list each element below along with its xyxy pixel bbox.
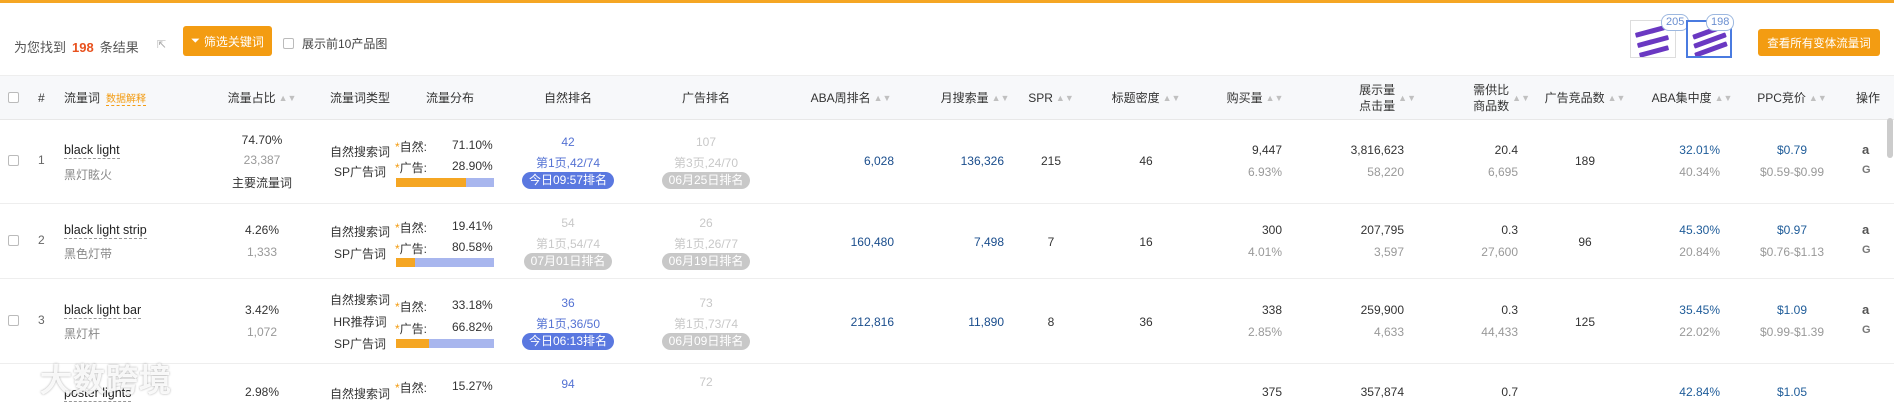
traffic-distribution-bar	[396, 339, 494, 348]
keyword-text[interactable]: black light bar	[64, 303, 142, 319]
organic-rank-time-badge[interactable]: 今日09:57排名	[521, 172, 615, 189]
keyword-translation: 黑灯眩火	[64, 168, 113, 182]
export-icon[interactable]: ⇱	[157, 38, 166, 51]
col-spr[interactable]: SPR ▲▼	[1026, 76, 1076, 119]
keyword-text[interactable]: black light strip	[64, 223, 147, 239]
amazon-search-icon[interactable]: a	[1862, 142, 1869, 157]
col-impressions-clicks[interactable]: 展示量 点击量 ▲▼	[1336, 76, 1416, 119]
col-supply-ratio[interactable]: 需供比 商品数 ▲▼	[1454, 76, 1530, 119]
col-action: 操作	[1855, 91, 1880, 105]
col-title-density[interactable]: 标题密度 ▲▼	[1108, 76, 1184, 119]
organic-rank-link[interactable]: 42	[526, 135, 610, 149]
ad-rank-time-badge[interactable]: 06月25日排名	[661, 172, 751, 189]
organic-rank-link[interactable]: 36	[526, 296, 610, 310]
select-all-checkbox[interactable]	[8, 92, 19, 103]
sort-icon: ▲▼	[1055, 92, 1074, 103]
col-index: #	[38, 90, 45, 105]
organic-rank-time-badge[interactable]: 07月01日排名	[523, 253, 613, 270]
show-top10-toggle[interactable]: 展示前10产品图	[283, 35, 387, 52]
traffic-distribution-bar	[396, 178, 494, 187]
sort-icon: ▲▼	[1512, 92, 1530, 103]
view-all-variant-keywords-button[interactable]: 查看所有变体流量词	[1758, 29, 1880, 56]
sort-icon: ▲▼	[278, 92, 297, 103]
share-percent: 4.26%	[244, 223, 280, 237]
sort-icon: ▲▼	[1162, 92, 1181, 103]
select-all-cell[interactable]	[8, 76, 19, 119]
col-ppc[interactable]: PPC竞价 ▲▼	[1752, 76, 1832, 119]
col-monthly-search[interactable]: 月搜索量 ▲▼	[940, 76, 1010, 119]
col-aba-week-rank[interactable]: ABA周排名 ▲▼	[808, 76, 894, 119]
share-percent: 74.70%	[241, 133, 283, 147]
table-row: 1 black light 黑灯眩火 74.70% 23,387 主要流量词 自…	[0, 118, 1894, 204]
main-traffic-tag: 主要流量词	[231, 176, 292, 190]
sort-icon: ▲▼	[991, 92, 1010, 103]
col-distribution: 流量分布	[425, 91, 474, 105]
table-row: 3 black light bar 黑灯杆 3.42% 1,072 自然搜索词 …	[0, 278, 1894, 364]
monthly-search-value[interactable]: 11,890	[940, 315, 1004, 329]
amazon-search-icon[interactable]: a	[1862, 222, 1869, 237]
sort-icon: ▲▼	[1265, 92, 1284, 103]
table-row: 2 black light strip 黑色灯带 4.26% 1,333 自然搜…	[0, 203, 1894, 279]
thumbnail-2-count: 198	[1706, 14, 1735, 31]
sort-icon: ▲▼	[873, 92, 892, 103]
ad-rank-time-badge[interactable]: 06月19日排名	[661, 253, 751, 270]
aba-week-rank-value[interactable]: 212,816	[808, 315, 894, 329]
sort-icon: ▲▼	[1398, 92, 1416, 103]
share-percent: 2.98%	[244, 385, 280, 399]
filter-keywords-button[interactable]: ⏷ 筛选关键词	[183, 26, 272, 56]
aba-week-rank-value[interactable]: 160,480	[808, 235, 894, 249]
result-summary: 为您找到 198 条结果	[14, 40, 139, 55]
data-explanation-link[interactable]: 数据解释	[106, 90, 147, 106]
monthly-search-value[interactable]: 136,326	[940, 154, 1004, 168]
google-search-icon[interactable]: G	[1862, 244, 1871, 256]
google-search-icon[interactable]: G	[1862, 324, 1871, 336]
monthly-search-value[interactable]: 7,498	[940, 235, 1004, 249]
vertical-scrollbar[interactable]	[1887, 118, 1893, 158]
ad-rank-time-badge[interactable]: 06月09日排名	[661, 333, 751, 350]
traffic-distribution-bar	[396, 258, 494, 267]
col-type: 流量词类型	[329, 91, 390, 105]
amazon-search-icon[interactable]: a	[1862, 302, 1869, 317]
row-checkbox[interactable]	[8, 235, 19, 246]
table-row: poster lights 2.98% 自然搜索词 *自然: 15.27% 94…	[64, 375, 1808, 402]
row-checkbox[interactable]	[8, 155, 19, 166]
watermark: 大数跨境	[12, 355, 172, 401]
col-organic-rank: 自然排名	[543, 91, 592, 105]
row-checkbox[interactable]	[8, 315, 19, 326]
col-ad-rank: 广告排名	[681, 91, 730, 105]
keyword-translation: 黑色灯带	[64, 247, 113, 261]
table-header: # 流量词 数据解释 流量占比 ▲▼ 流量词类型 流量分布 自然排名 广告排名 AB…	[0, 75, 1894, 120]
keyword-translation: 黑灯杆	[64, 327, 101, 341]
col-aba-concentration[interactable]: ABA集中度 ▲▼	[1648, 76, 1736, 119]
filter-icon: ⏷	[191, 34, 200, 47]
col-keyword: 流量词 数据解释	[64, 90, 147, 106]
col-ad-competitors[interactable]: 广告竞品数 ▲▼	[1542, 76, 1628, 119]
organic-rank-time-badge[interactable]: 今日06:13排名	[521, 333, 615, 350]
share-percent: 3.42%	[244, 303, 280, 317]
brand-logo-icon	[12, 369, 38, 396]
sort-icon: ▲▼	[1607, 92, 1626, 103]
google-search-icon[interactable]: G	[1862, 164, 1871, 176]
keyword-text[interactable]: black light	[64, 143, 120, 159]
aba-week-rank-value[interactable]: 6,028	[808, 154, 894, 168]
col-purchases[interactable]: 购买量 ▲▼	[1222, 76, 1288, 119]
organic-rank-link[interactable]: 94	[526, 377, 610, 391]
show-top10-checkbox[interactable]	[283, 38, 294, 49]
sort-icon: ▲▼	[1714, 92, 1733, 103]
result-count: 198	[72, 40, 94, 55]
results-toolbar: 为您找到 198 条结果 ⇱ ⏷ 筛选关键词 展示前10产品图 205 198 查看所…	[0, 3, 1894, 75]
sort-icon: ▲▼	[1808, 92, 1827, 103]
col-share[interactable]: 流量占比 ▲▼	[222, 76, 302, 119]
